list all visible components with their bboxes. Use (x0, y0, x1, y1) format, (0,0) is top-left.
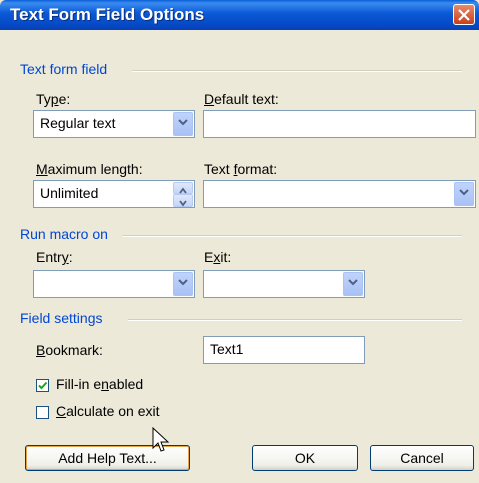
add-help-text-label: Add Help Text... (58, 450, 157, 466)
section-divider (123, 235, 462, 237)
text-format-combobox[interactable] (203, 180, 476, 208)
exit-macro-combobox[interactable] (203, 270, 365, 298)
spin-up-button[interactable] (173, 182, 193, 194)
text-format-dropdown-button[interactable] (454, 182, 474, 206)
spin-down-button[interactable] (173, 194, 193, 207)
exit-label: Exit: (204, 249, 232, 265)
text-format-label: Text format: (204, 161, 278, 177)
bookmark-value: Text1 (210, 341, 244, 357)
section-field-settings: Field settings (20, 310, 103, 326)
bookmark-label: Bookmark: (36, 342, 103, 358)
calculate-on-exit-checkbox[interactable] (36, 406, 49, 419)
entry-label: Entry: (36, 249, 73, 265)
type-combobox[interactable]: Regular text (33, 110, 195, 138)
cancel-button[interactable]: Cancel (370, 445, 474, 471)
section-divider (132, 70, 462, 72)
chevron-down-icon (348, 279, 358, 286)
section-text-form-field: Text form field (20, 61, 108, 77)
chevron-down-icon (178, 119, 188, 126)
checkmark-icon (38, 381, 48, 390)
chevron-down-icon (459, 189, 469, 196)
default-text-label: Default text: (204, 91, 279, 107)
text-form-field-options-dialog: Text Form Field Options Text form field … (0, 0, 479, 483)
maximum-length-label: Maximum length: (36, 161, 143, 177)
close-button[interactable] (453, 4, 475, 25)
type-dropdown-button[interactable] (173, 112, 193, 136)
type-label: Type: (36, 91, 71, 107)
cancel-label: Cancel (400, 450, 444, 466)
section-divider (128, 319, 462, 321)
bookmark-input[interactable]: Text1 (203, 336, 365, 364)
title-bar: Text Form Field Options (0, 0, 479, 30)
dialog-body: Text form field Type: Regular text Defau… (0, 30, 479, 483)
dialog-title: Text Form Field Options (10, 5, 205, 24)
close-icon (458, 9, 470, 21)
ok-button[interactable]: OK (252, 445, 358, 471)
entry-dropdown-button[interactable] (173, 272, 193, 296)
ok-label: OK (294, 450, 316, 466)
default-text-input[interactable] (203, 110, 476, 138)
mouse-cursor-icon (152, 427, 170, 452)
chevron-down-icon (178, 279, 188, 286)
fill-in-enabled-label: Fill-in enabled (56, 376, 144, 392)
section-run-macro-on: Run macro on (20, 226, 108, 242)
exit-dropdown-button[interactable] (343, 272, 363, 296)
arrow-down-icon (179, 200, 187, 207)
entry-macro-combobox[interactable] (33, 270, 195, 298)
calculate-on-exit-label: Calculate on exit (56, 403, 160, 419)
maximum-length-value: Unlimited (40, 185, 99, 201)
maximum-length-spinner[interactable]: Unlimited (33, 180, 195, 208)
fill-in-enabled-checkbox[interactable] (36, 379, 49, 392)
type-value: Regular text (40, 115, 116, 131)
